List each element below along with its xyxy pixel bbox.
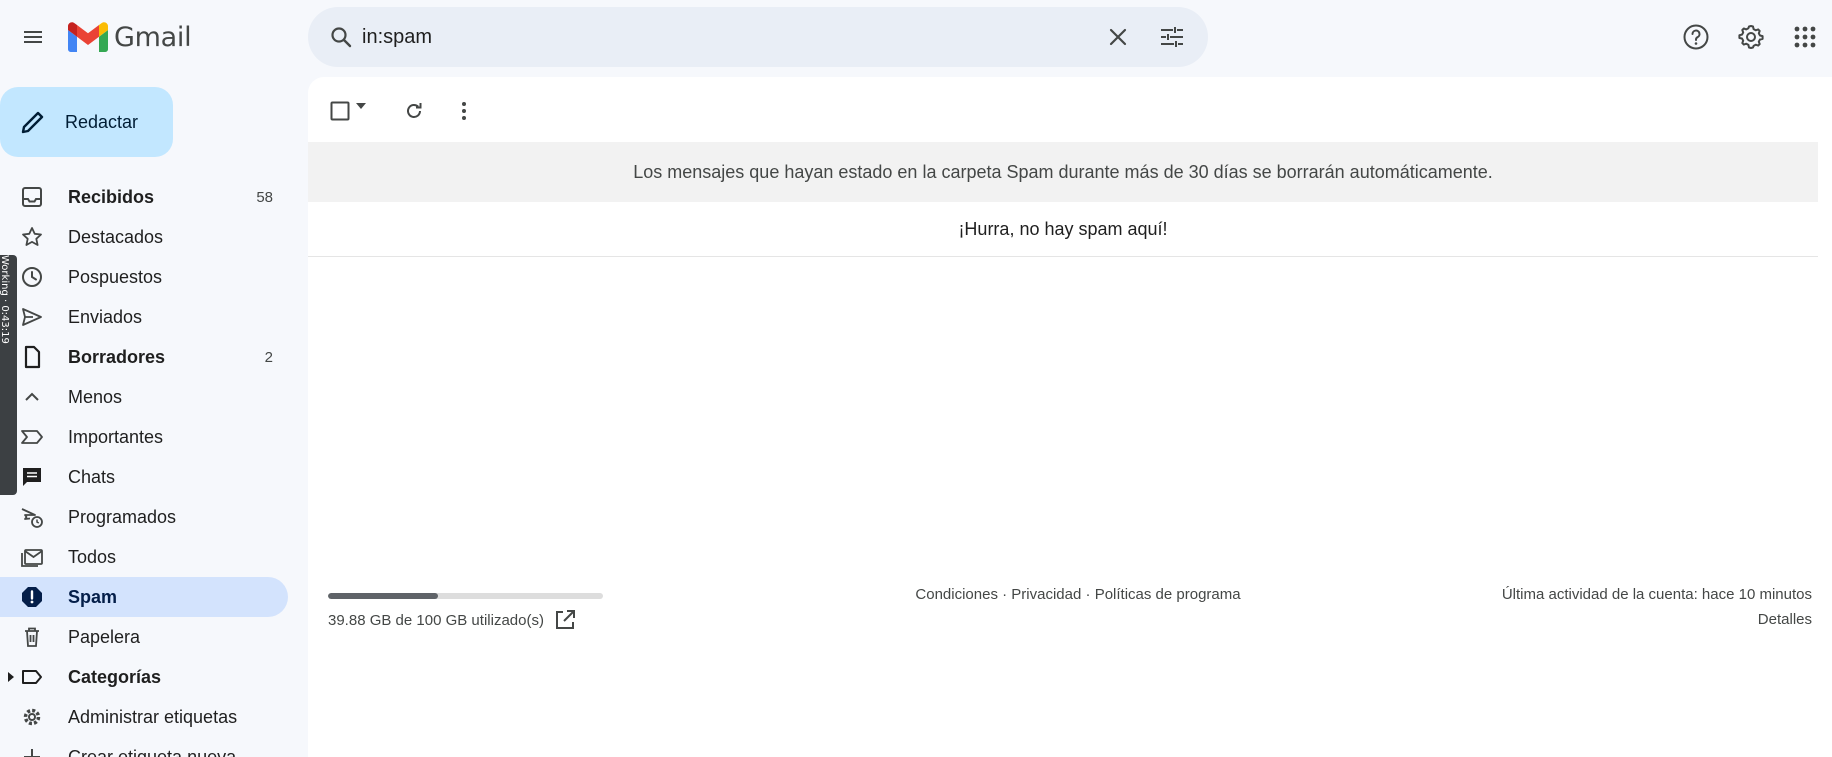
chevron-up-icon [25,392,39,401]
trash-icon [25,627,39,647]
select-checkbox[interactable] [324,91,372,129]
more-options-button[interactable] [444,91,484,131]
unread-count: 58 [256,188,273,206]
open-in-new-icon[interactable] [553,608,577,632]
all-mail-icon [21,549,43,567]
search-bar [308,7,1208,67]
sidebar-item-label: Borradores [68,346,166,367]
draft-icon [24,345,41,369]
program-policies-link[interactable]: Políticas de programa [1095,586,1241,603]
sidebar-item-label: Recibidos [68,186,155,207]
scheduled-send-icon [21,508,43,528]
help-icon [1683,24,1709,50]
compose-button[interactable]: Redactar [0,87,173,157]
pencil-icon [21,111,44,134]
sidebar-item-label: Importantes [68,426,164,447]
sidebar-item-manage-labels[interactable]: Administrar etiquetas [0,697,288,737]
support-button[interactable] [1672,13,1720,61]
main-panel: Los mensajes que hayan estado en la carp… [308,77,1832,757]
footer-separator: · [1081,586,1095,603]
sidebar-item-less[interactable]: Menos [0,377,288,417]
sidebar-item-spam[interactable]: Spam [0,577,288,617]
sidebar-item-label: Categorías [68,666,162,687]
sidebar-item-label: Spam [68,586,118,607]
empty-spam-message: ¡Hurra, no hay spam aquí! [308,202,1818,257]
search-input[interactable] [362,20,1062,54]
main-menu-button[interactable] [9,13,57,61]
storage-usage-text: 39.88 GB de 100 GB utilizado(s) [328,612,544,629]
gmail-logo[interactable]: Gmail [68,20,192,54]
privacy-link[interactable]: Privacidad [1011,586,1081,603]
sidebar-item-trash[interactable]: Papelera [0,617,288,657]
inbox-icon [22,187,42,207]
close-icon [1109,28,1127,46]
sidebar-item-label: Enviados [68,306,143,327]
sidebar-item-starred[interactable]: Destacados [0,217,288,257]
draft-count: 2 [264,348,273,366]
sidebar-item-label: Todos [68,546,117,567]
more-vertical-icon [462,102,466,120]
sidebar-item-sent[interactable]: Enviados [0,297,288,337]
sidebar-item-label: Administrar etiquetas [68,706,238,727]
checkbox-icon [330,101,350,121]
sidebar-item-chats[interactable]: Chats [0,457,288,497]
terms-link[interactable]: Condiciones [915,586,998,603]
footer-links: Condiciones · Privacidad · Políticas de … [898,586,1258,603]
sidebar-item-snoozed[interactable]: Pospuestos [0,257,288,297]
sidebar-item-label: Crear etiqueta nueva [68,746,237,757]
sidebar-item-important[interactable]: Importantes [0,417,288,457]
send-icon [22,308,42,326]
plus-icon [24,749,40,757]
sidebar-item-drafts[interactable]: Borradores 2 [0,337,288,377]
refresh-icon [407,103,422,118]
sidebar-item-label: Menos [68,386,123,407]
extension-side-tab[interactable]: Working · 0:43:19 [0,255,17,495]
search-options-button[interactable] [1148,13,1196,61]
hamburger-menu-icon [24,31,42,43]
refresh-button[interactable] [394,91,434,131]
top-bar: Gmail [0,0,1832,74]
compose-label: Redactar [65,111,139,132]
gmail-logo-text: Gmail [114,21,192,53]
sidebar-item-label: Pospuestos [68,266,163,287]
extension-status-text: Working · 0:43:19 [0,255,10,344]
activity-details-link[interactable]: Detalles [1758,611,1812,628]
gmail-m-icon [68,22,108,52]
sidebar-item-all-mail[interactable]: Todos [0,537,288,577]
search-button[interactable] [318,14,364,60]
caret-right-icon [8,672,14,682]
sidebar-item-label: Papelera [68,626,141,647]
caret-down-icon[interactable] [356,103,366,109]
apps-grid-icon [1794,26,1816,48]
last-account-activity: Última actividad de la cuenta: hace 10 m… [1501,586,1812,603]
clear-search-button[interactable] [1094,13,1142,61]
google-apps-button[interactable] [1781,13,1829,61]
sidebar-item-scheduled[interactable]: Programados [0,497,288,537]
spam-icon [22,587,42,607]
chat-icon [23,468,41,486]
storage-progress-bar [328,593,603,599]
sidebar-item-inbox[interactable]: Recibidos 58 [0,177,288,217]
tune-icon [1161,27,1183,47]
sidebar-item-label: Chats [68,466,116,487]
sidebar-item-label: Destacados [68,226,164,247]
label-icon [22,670,42,684]
gear-icon [23,708,41,726]
settings-button[interactable] [1727,13,1775,61]
sidebar-item-label: Programados [68,506,177,527]
spam-retention-notice: Los mensajes que hayan estado en la carp… [308,142,1818,202]
label-important-icon [21,430,43,444]
message-toolbar [308,77,1832,143]
sidebar-nav: Recibidos 58 Destacados Pospuestos Envia… [0,177,290,757]
sidebar-item-create-label[interactable]: Crear etiqueta nueva [0,737,288,757]
storage-progress-fill [328,593,438,599]
search-icon [331,27,352,48]
star-icon [22,227,42,246]
footer-separator: · [997,586,1012,603]
sidebar-item-categories[interactable]: Categorías [0,657,288,697]
gear-icon [1738,25,1764,49]
clock-icon [22,267,42,287]
